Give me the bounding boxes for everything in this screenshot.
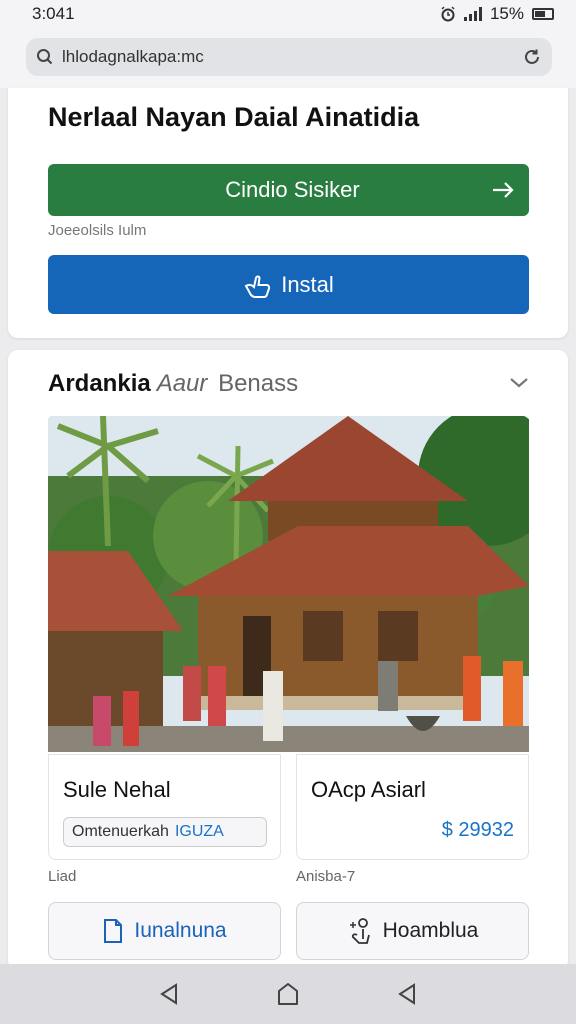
left-card-title: Sule Nehal [63, 777, 171, 802]
status-bar: 3:041 15% [0, 0, 576, 28]
browser-toolbar: lhlodagnalkapa:mc [0, 28, 576, 88]
section-title: Ardankia Aaur Benass [48, 370, 298, 398]
home-icon[interactable] [276, 981, 300, 1007]
signal-icon [463, 7, 482, 21]
reload-icon[interactable] [522, 47, 542, 67]
village-house-photo [48, 416, 529, 752]
search-icon [37, 49, 53, 65]
battery-percent: 15% [489, 4, 524, 23]
system-nav-bar [0, 964, 576, 1024]
section-title-rest: Benass [218, 370, 299, 397]
button-caption: Joeeolsils Iulm [48, 222, 147, 239]
recents-icon[interactable] [396, 982, 418, 1006]
back-icon[interactable] [158, 982, 180, 1006]
install-button[interactable]: Instal [48, 255, 529, 314]
status-time: 3:041 [32, 4, 75, 23]
right-action-label: Hoamblua [382, 919, 479, 942]
meta-left: Liad [48, 868, 77, 885]
battery-icon [532, 8, 554, 20]
right-action-button[interactable]: Hoamblua [296, 902, 529, 960]
document-icon [104, 919, 123, 943]
chevron-down-icon[interactable] [508, 376, 530, 390]
url-text[interactable]: lhlodagnalkapa:mc [62, 47, 522, 67]
listing-card: Ardankia Aaur Benass Sule Nehal Omtenuer… [8, 350, 568, 970]
arrow-right-icon [493, 182, 514, 198]
left-info-card[interactable]: Sule Nehal Omtenuerkah IGUZA [48, 754, 281, 860]
primary-button[interactable]: Cindio Sisiker [48, 164, 529, 216]
install-button-label: Instal [281, 271, 334, 297]
section-title-italic: Aaur [156, 370, 208, 397]
header-card: Nerlaal Nayan Daial Ainatidia Cindio Sis… [8, 88, 568, 338]
chip-accent: IGUZA [174, 823, 224, 840]
right-card-title: OAcp Asiarl [311, 777, 426, 802]
left-card-chip[interactable]: Omtenuerkah IGUZA [63, 817, 267, 847]
hand-pointer-icon [244, 275, 271, 298]
right-info-card[interactable]: OAcp Asiarl $ 29932 [296, 754, 529, 860]
meta-right: Anisba-7 [296, 868, 356, 885]
touch-icon [349, 918, 370, 944]
section-title-bold: Ardankia [48, 370, 151, 397]
left-action-label: Iunalnuna [134, 919, 227, 942]
alarm-icon [441, 6, 455, 22]
page-title: Nerlaal Nayan Daial Ainatidia [48, 102, 420, 132]
price-label: $ 29932 [441, 819, 514, 841]
status-icons: 15% [440, 4, 554, 24]
chip-text: Omtenuerkah [72, 823, 169, 840]
address-bar[interactable]: lhlodagnalkapa:mc [26, 38, 552, 76]
primary-button-label: Cindio Sisiker [225, 177, 360, 202]
left-action-button[interactable]: Iunalnuna [48, 902, 281, 960]
